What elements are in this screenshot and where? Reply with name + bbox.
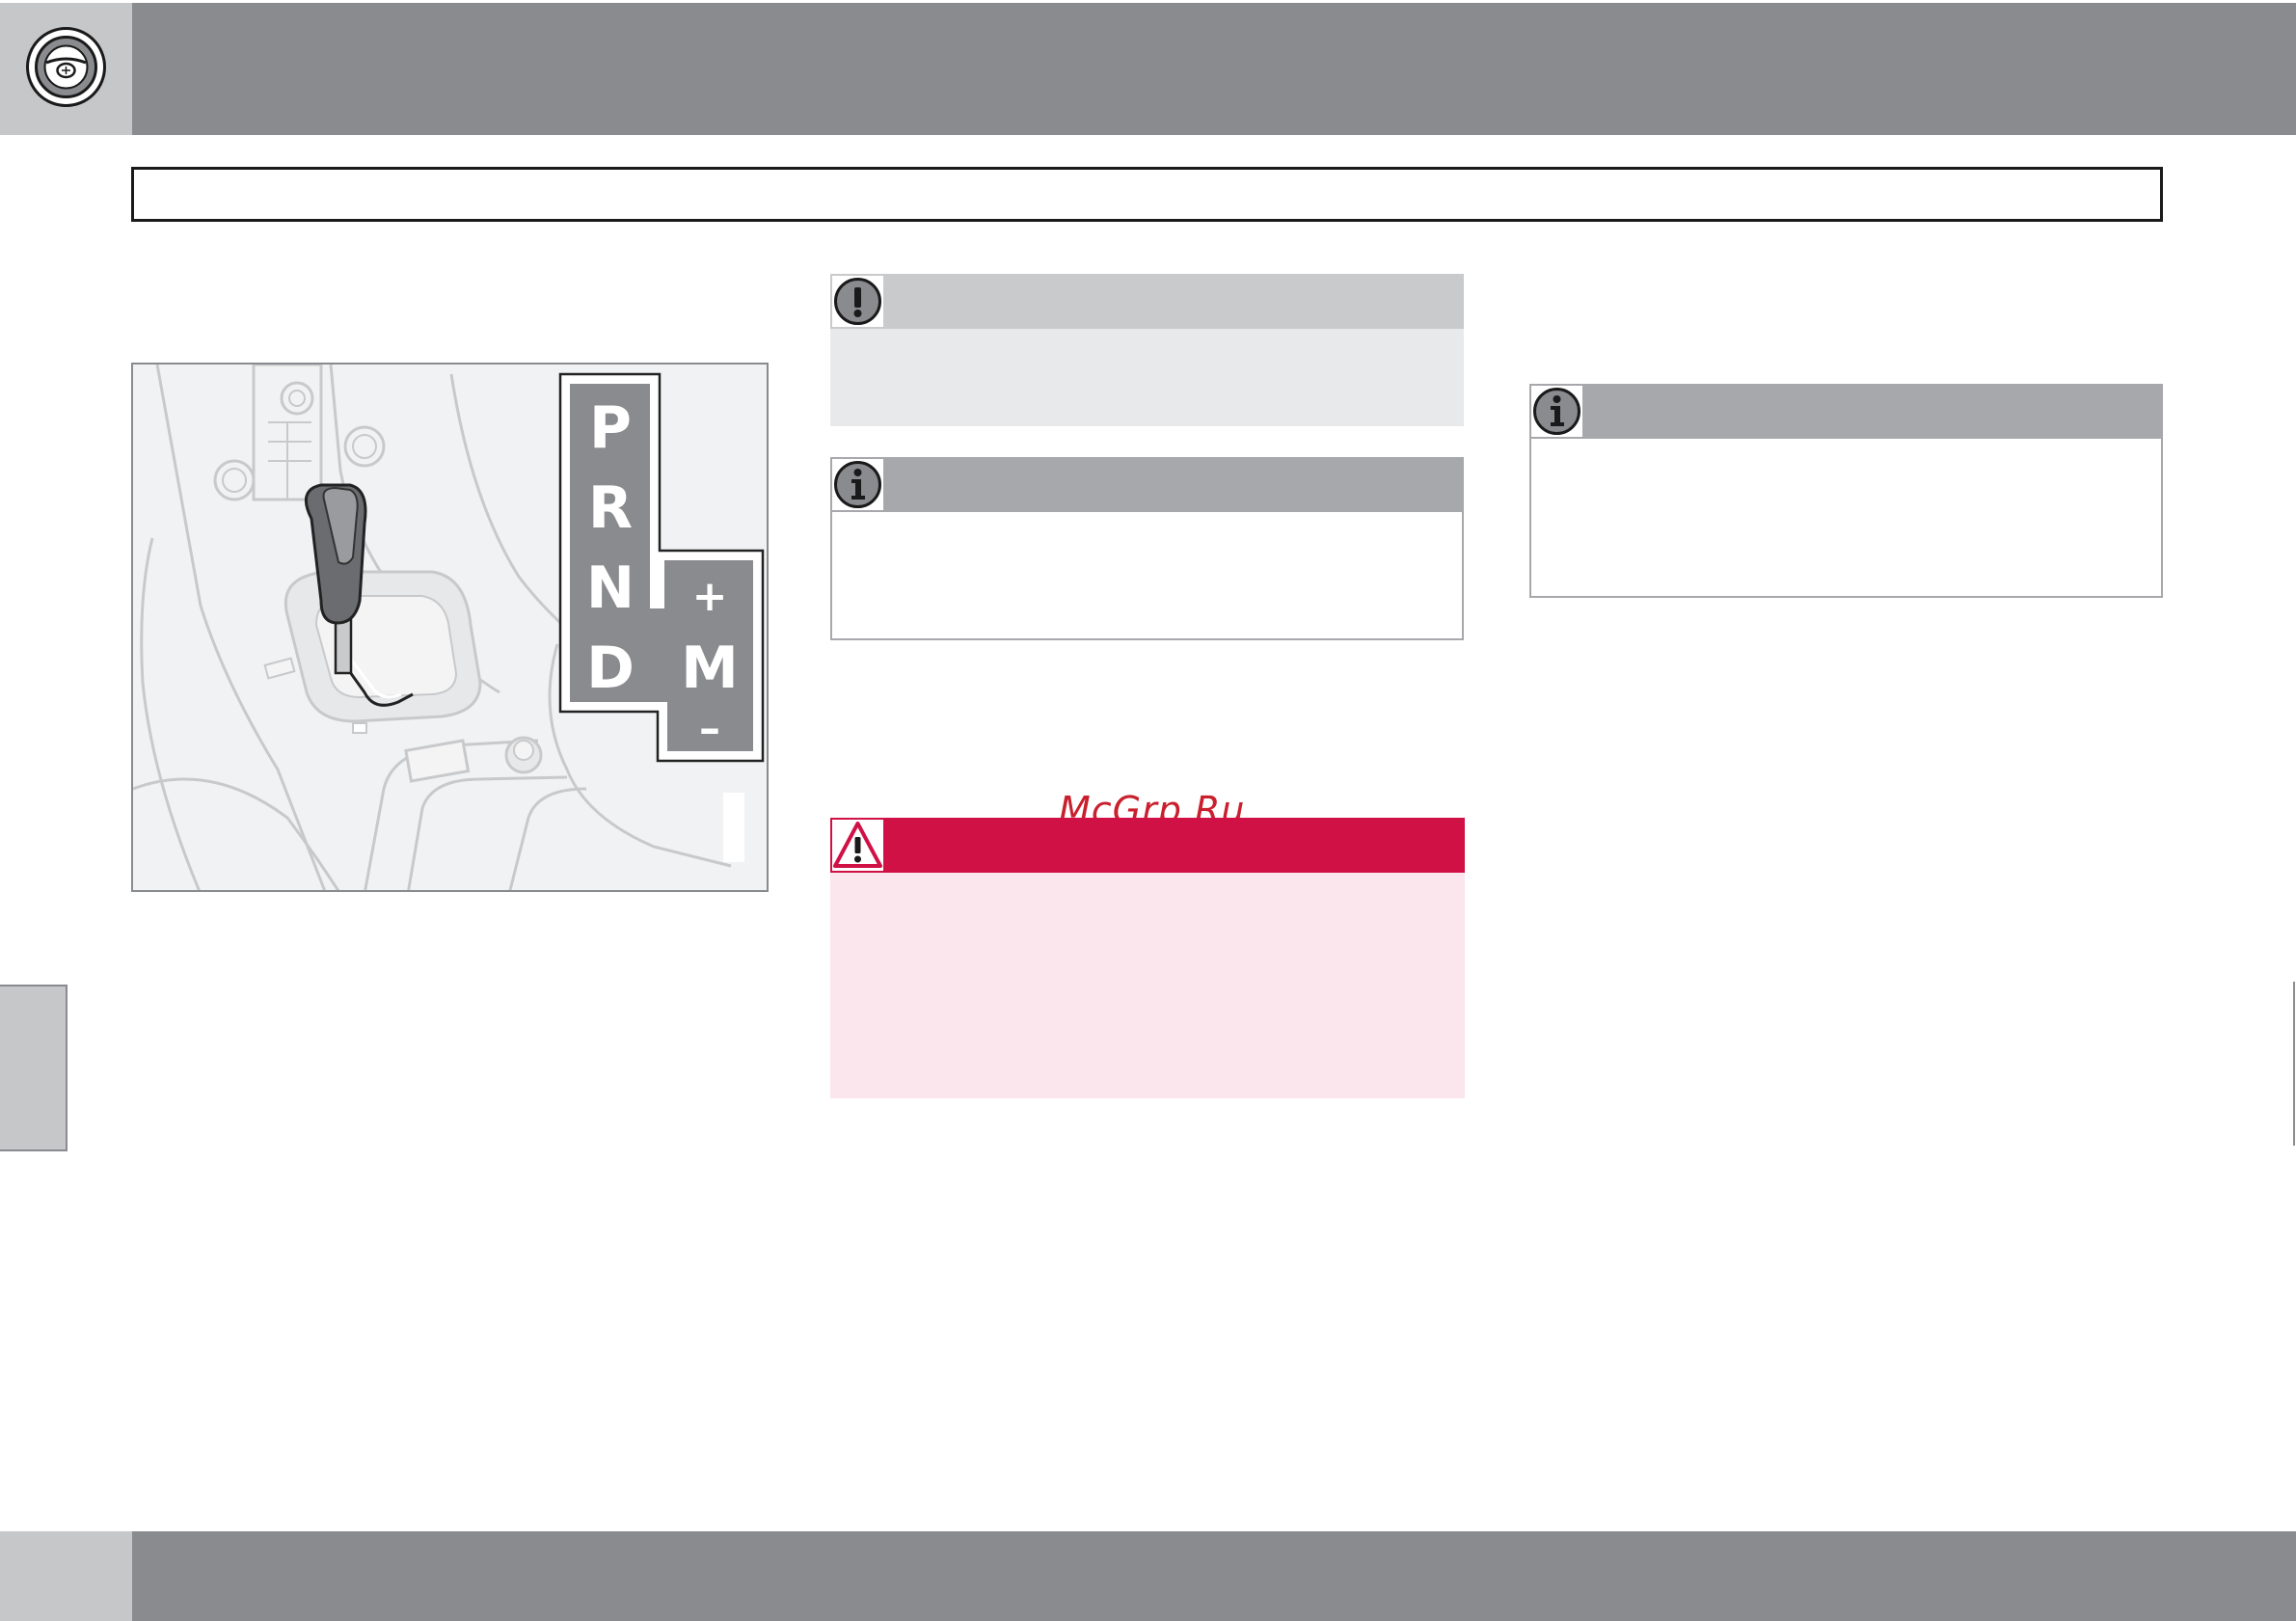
warning-box-header	[830, 818, 1465, 873]
section-title-box	[131, 167, 2163, 222]
exclamation-icon	[832, 276, 883, 327]
note-box-right-body	[1529, 439, 2163, 598]
note-box	[830, 457, 1464, 640]
note-box-right	[1529, 384, 2163, 598]
info-icon	[832, 459, 883, 510]
gear-label-r: R	[588, 474, 633, 542]
note-box-right-header	[1529, 384, 2163, 439]
important-box	[830, 274, 1464, 426]
header-bar	[132, 3, 2296, 135]
footer-bar	[132, 1531, 2296, 1621]
gear-label-d: D	[586, 635, 635, 702]
warning-box	[830, 818, 1465, 1098]
gear-label-n: N	[586, 554, 635, 622]
chapter-side-tab	[0, 985, 68, 1151]
gear-label-minus: –	[699, 704, 720, 753]
footer-page-tab	[0, 1531, 132, 1621]
note-box-body	[830, 512, 1464, 640]
note-box-header	[830, 457, 1464, 512]
gear-selector-illustration: P R N D + M –	[131, 363, 769, 892]
gear-label-m: M	[681, 635, 739, 702]
gear-label-plus: +	[692, 572, 728, 621]
warning-triangle-icon	[832, 820, 883, 871]
steering-wheel-icon	[25, 26, 107, 108]
gear-label-p: P	[589, 394, 632, 462]
important-box-body	[830, 329, 1464, 426]
right-edge-marker	[2293, 982, 2295, 1146]
important-box-header	[830, 274, 1464, 329]
info-icon	[1531, 386, 1582, 437]
warning-box-body	[830, 873, 1465, 1098]
